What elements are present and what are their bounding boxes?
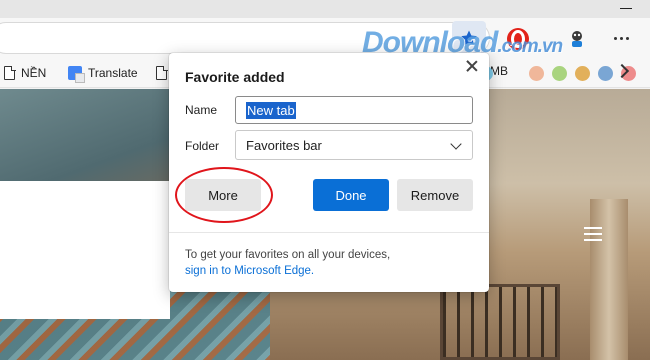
color-dot[interactable] xyxy=(552,66,567,81)
tab-strip xyxy=(0,0,650,18)
remove-button[interactable]: Remove xyxy=(397,179,473,211)
annotation-circle xyxy=(175,167,273,223)
extension-dots xyxy=(478,66,636,81)
sync-hint-text: To get your favorites on all your device… xyxy=(185,249,391,261)
balcony-window xyxy=(440,284,560,360)
color-dot[interactable] xyxy=(529,66,544,81)
color-dot[interactable] xyxy=(598,66,613,81)
favorite-label: NỀN xyxy=(21,66,47,80)
minimize-button[interactable] xyxy=(612,2,640,14)
google-translate-icon xyxy=(68,66,85,83)
folder-value: Favorites bar xyxy=(246,137,322,153)
chevron-down-icon xyxy=(450,138,462,150)
dialog-title: Favorite added xyxy=(185,69,285,85)
divider xyxy=(169,232,489,233)
favorite-item-page[interactable] xyxy=(156,64,168,82)
color-dot[interactable] xyxy=(575,66,590,81)
page-icon xyxy=(4,65,16,80)
sign-in-link[interactable]: sign in to Microsoft Edge. xyxy=(185,263,314,279)
close-icon[interactable] xyxy=(465,59,479,73)
page-icon xyxy=(156,65,168,80)
settings-more-button[interactable] xyxy=(606,27,636,49)
name-input[interactable]: New tab xyxy=(235,96,473,124)
favorite-item-translate[interactable]: Translate xyxy=(68,64,138,83)
stone-column xyxy=(590,199,628,360)
robot-extension-icon[interactable] xyxy=(566,28,588,50)
favorite-item-nen[interactable]: NỀN xyxy=(4,64,46,82)
done-button[interactable]: Done xyxy=(313,179,389,211)
folder-select[interactable]: Favorites bar xyxy=(235,130,473,160)
name-value-selected: New tab xyxy=(246,101,296,119)
favorite-label: Translate xyxy=(88,66,138,80)
hamburger-menu-icon[interactable] xyxy=(584,227,602,241)
folder-label: Folder xyxy=(185,139,220,153)
name-label: Name xyxy=(185,103,218,117)
page-white-panel xyxy=(0,181,170,319)
robot-icon xyxy=(572,31,582,47)
